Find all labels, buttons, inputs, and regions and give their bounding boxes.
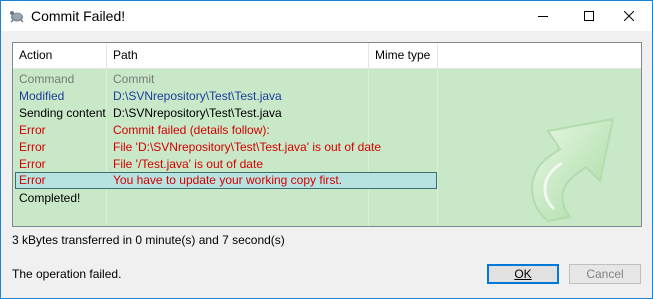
list-header: Action Path Mime type xyxy=(13,43,641,69)
column-header-mime-type[interactable]: Mime type xyxy=(369,43,438,68)
column-header-action[interactable]: Action xyxy=(13,43,107,68)
path-cell: D:\SVNrepository\Test\Test.java xyxy=(113,89,282,103)
close-icon xyxy=(624,11,634,21)
list-body: Command Commit Modified D:\SVNrepository… xyxy=(13,69,641,226)
minimize-icon xyxy=(538,16,548,17)
action-cell: Error xyxy=(19,157,46,171)
tortoise-icon xyxy=(10,11,24,23)
list-item[interactable]: Command Commit xyxy=(13,71,641,88)
progress-list[interactable]: Action Path Mime type Command Commit Mod… xyxy=(12,42,642,227)
path-cell: File 'D:\SVNrepository\Test\Test.java' i… xyxy=(113,140,382,154)
list-item-selected[interactable]: Error You have to update your working co… xyxy=(15,172,437,189)
path-cell: D:\SVNrepository\Test\Test.java xyxy=(113,106,282,120)
transfer-summary: 3 kBytes transferred in 0 minute(s) and … xyxy=(12,233,285,247)
action-cell: Command xyxy=(19,72,75,86)
cancel-button[interactable]: Cancel xyxy=(569,264,641,284)
path-cell: You have to update your working copy fir… xyxy=(113,173,343,187)
action-cell: Completed! xyxy=(19,191,81,205)
column-header-path[interactable]: Path xyxy=(107,43,369,68)
list-item[interactable]: Error File '/Test.java' is out of date xyxy=(13,156,641,173)
list-item[interactable]: Error Commit failed (details follow): xyxy=(13,122,641,139)
action-cell: Error xyxy=(19,140,46,154)
close-button[interactable] xyxy=(606,1,652,31)
action-cell: Modified xyxy=(19,89,65,103)
title-bar[interactable]: Commit Failed! xyxy=(1,1,652,31)
action-cell: Error xyxy=(19,123,46,137)
list-item[interactable]: Sending content D:\SVNrepository\Test\Te… xyxy=(13,105,641,122)
path-cell: Commit xyxy=(113,72,155,86)
commit-failed-dialog: Commit Failed! Action Path Mime type Com… xyxy=(0,0,653,299)
action-cell: Error xyxy=(19,173,46,187)
ok-button[interactable]: OK xyxy=(487,264,559,284)
list-item[interactable]: Error File 'D:\SVNrepository\Test\Test.j… xyxy=(13,139,641,156)
list-item[interactable]: Modified D:\SVNrepository\Test\Test.java xyxy=(13,88,641,105)
window-title: Commit Failed! xyxy=(31,8,126,24)
ok-button-label: OK xyxy=(514,267,532,281)
minimize-button[interactable] xyxy=(520,1,566,31)
action-cell: Sending content xyxy=(19,106,106,120)
status-message: The operation failed. xyxy=(12,267,122,281)
list-item[interactable]: Completed! xyxy=(13,190,641,207)
maximize-icon xyxy=(584,11,594,21)
path-cell: Commit failed (details follow): xyxy=(113,123,270,137)
path-cell: File '/Test.java' is out of date xyxy=(113,157,263,171)
